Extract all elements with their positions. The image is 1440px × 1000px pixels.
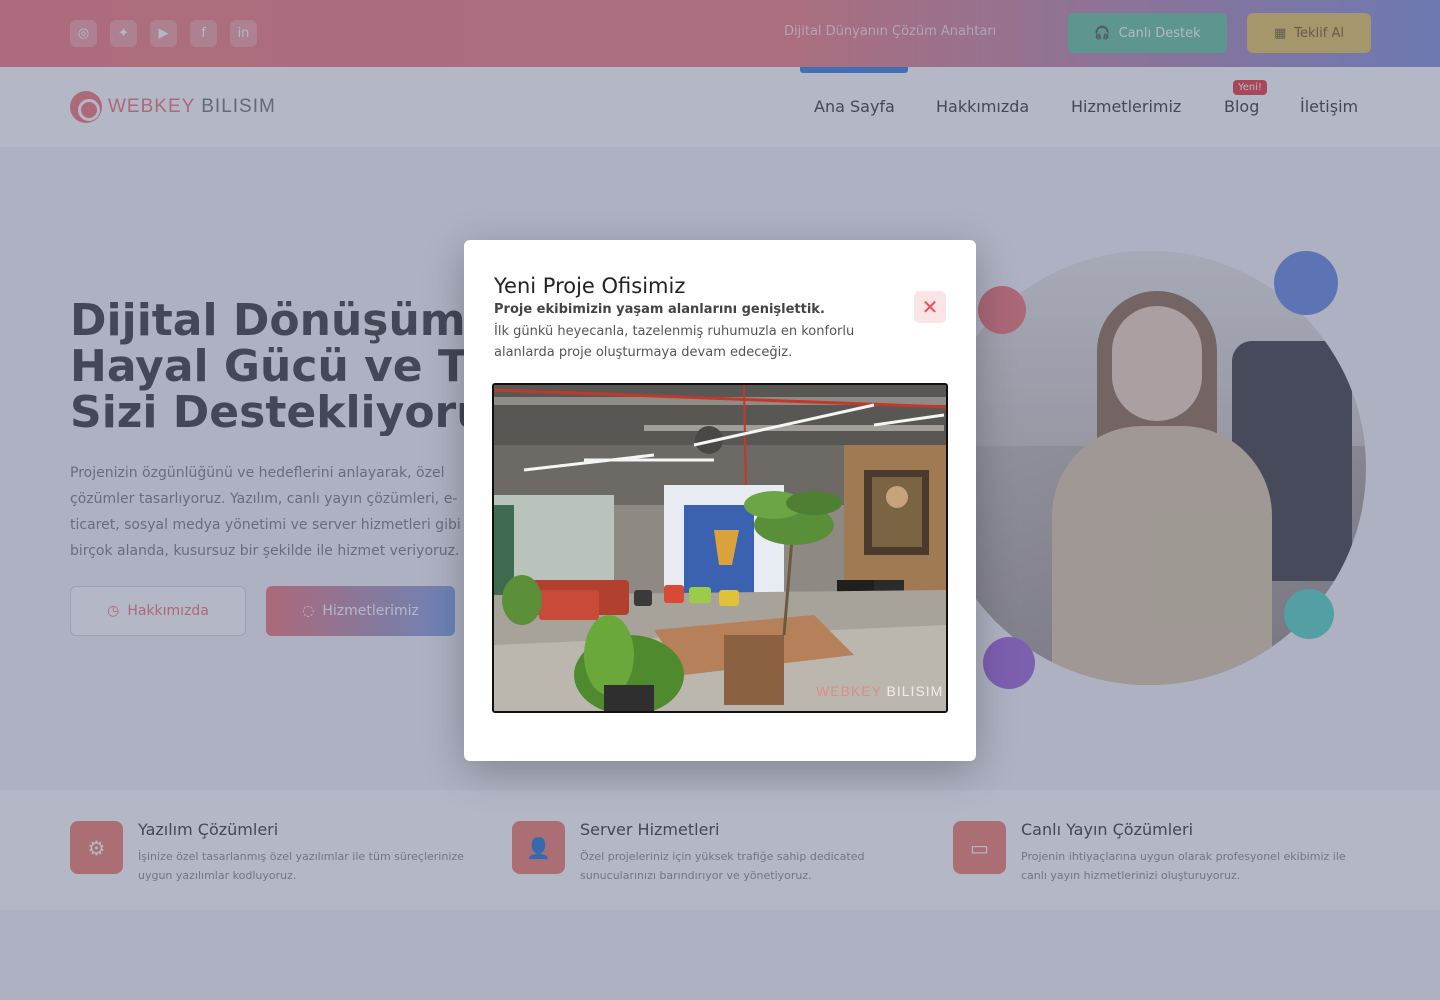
modal-text: İlk günkü heyecanla, tazelenmiş ruhumuzl… [494, 324, 855, 360]
modal-subtitle: Proje ekibimizin yaşam alanlarını genişl… [494, 302, 825, 317]
modal-title: Yeni Proje Ofisimiz [494, 274, 686, 298]
office-photo: WEBKEY BILISIM [492, 383, 948, 713]
close-icon[interactable]: ✕ [914, 291, 946, 323]
watermark-webkey: WEBKEY [816, 683, 882, 699]
announcement-modal: Yeni Proje Ofisimiz Proje ekibimizin yaş… [464, 240, 976, 761]
image-watermark: WEBKEY BILISIM [816, 683, 943, 699]
office-illustration [494, 385, 946, 711]
watermark-bilisim: BILISIM [881, 683, 944, 699]
